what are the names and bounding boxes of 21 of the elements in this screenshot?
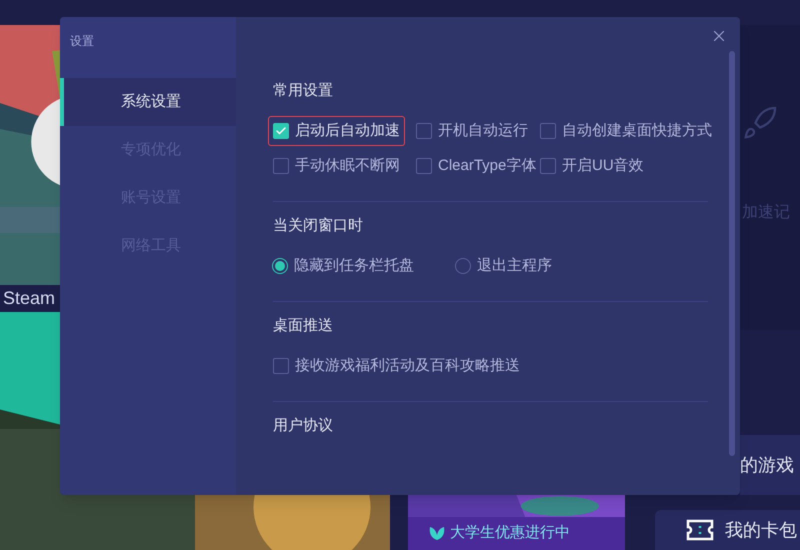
games-button[interactable]: 的游戏 [740, 435, 800, 495]
wallet-button[interactable]: 我的卡包 [655, 510, 800, 550]
promo-label: 大学生优惠进行中 [450, 522, 570, 542]
card-caption: Steam [2, 287, 56, 310]
checkbox-option[interactable]: 自动创建桌面快捷方式 [535, 116, 717, 146]
nav-tab[interactable]: 系统设置 [60, 78, 236, 126]
ticket-icon [685, 519, 715, 541]
dialog-title: 设置 [70, 34, 94, 48]
checkbox-option[interactable]: 开机自动运行 [411, 116, 533, 146]
checkbox-option[interactable]: 接收游戏福利活动及百科攻略推送 [268, 351, 525, 381]
rocket-icon [742, 105, 778, 141]
radio-option[interactable]: 退出主程序 [451, 251, 611, 281]
radio-option[interactable]: 隐藏到任务栏托盘 [268, 251, 451, 281]
checkbox-option[interactable]: 启动后自动加速 [268, 116, 405, 146]
section-heading: 桌面推送 [273, 316, 334, 336]
section-heading: 常用设置 [273, 81, 334, 101]
section-heading: 用户协议 [273, 416, 334, 436]
check-icon [275, 125, 287, 137]
leaf-icon [428, 524, 446, 541]
checkbox-option[interactable]: 手动休眠不断网 [268, 151, 405, 181]
section-heading: 当关闭窗口时 [273, 216, 364, 236]
